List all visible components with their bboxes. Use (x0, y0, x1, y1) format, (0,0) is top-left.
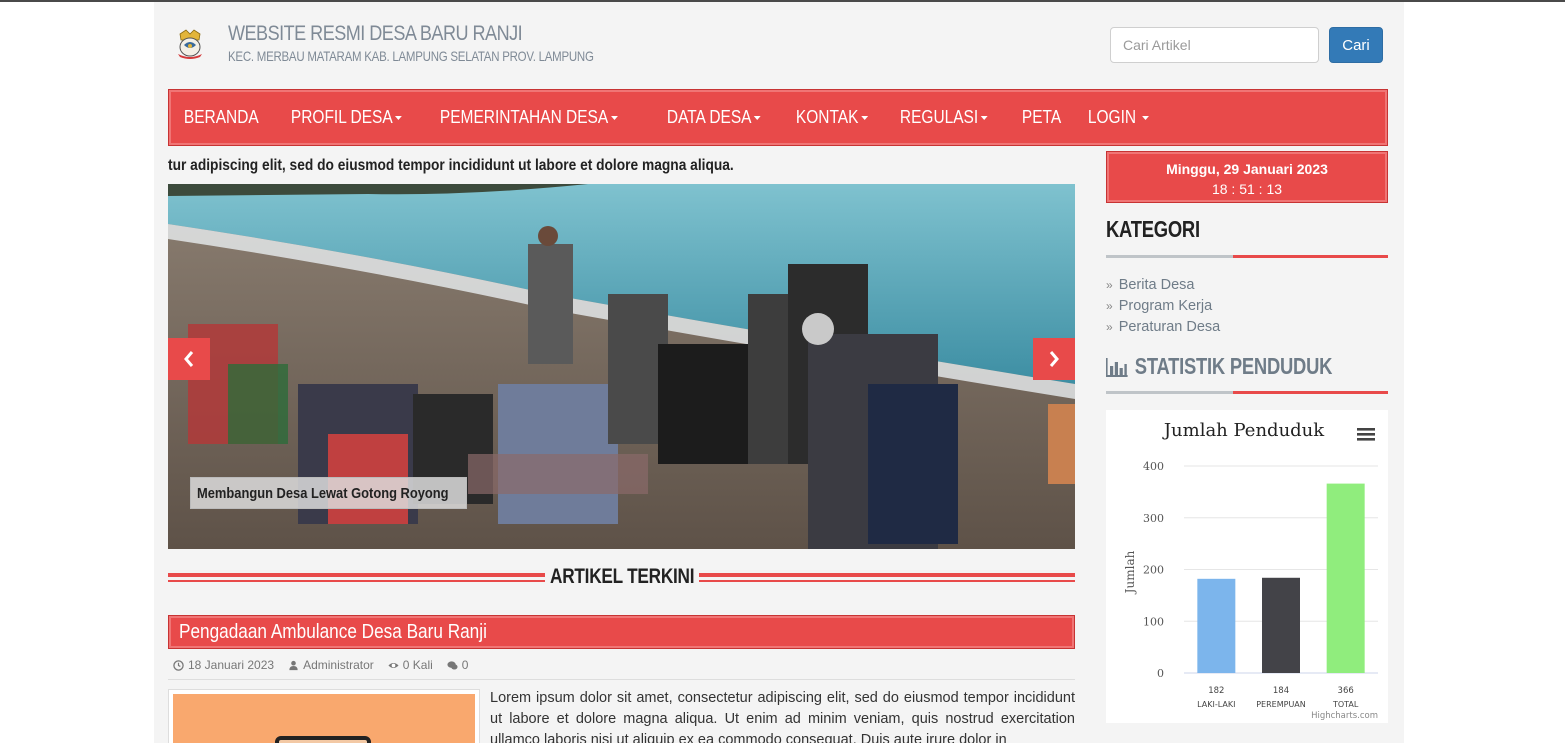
section-rule-right-2 (699, 580, 1075, 582)
article-thumbnail[interactable] (168, 689, 480, 743)
kategori-item[interactable]: » Program Kerja (1106, 295, 1220, 316)
nav-item-kontak[interactable]: KONTAK (783, 107, 881, 128)
chart-bar[interactable] (1326, 483, 1365, 673)
nav-item-data-desa[interactable]: DATA DESA (654, 107, 774, 128)
caret-down-icon (1141, 115, 1149, 120)
statistik-underline (1106, 391, 1388, 394)
hamburger-icon (1357, 428, 1375, 431)
nav-item-peta[interactable]: PETA (1009, 107, 1074, 128)
caret-down-icon (754, 115, 762, 120)
section-title: ARTIKEL TERKINI (550, 565, 695, 588)
nav-item-pemerintahan-desa[interactable]: PEMERINTAHAN DESA (427, 107, 631, 128)
chart-bar[interactable] (1262, 577, 1300, 673)
nav-label: DATA DESA (667, 107, 752, 127)
section-rule-left-2 (168, 580, 545, 582)
chart-x-tick-label: PEREMPUAN (1256, 700, 1306, 709)
nav-label: REGULASI (900, 107, 979, 127)
section-rule-left (168, 573, 545, 577)
article-author[interactable]: Administrator (303, 658, 374, 672)
chart-y-axis-label: Jumlah (1123, 550, 1137, 595)
kategori-heading-text: KATEGORI (1106, 216, 1200, 242)
kategori-item[interactable]: » Berita Desa (1106, 274, 1220, 295)
chart-y-tick-label: 0 (1157, 667, 1164, 680)
chart-y-tick-label: 300 (1143, 512, 1164, 525)
site-subtitle: KEC. MERBAU MATARAM KAB. LAMPUNG SELATAN… (228, 48, 594, 64)
page-container: WEBSITE RESMI DESA BARU RANJI KEC. MERBA… (154, 2, 1404, 743)
article-views: 0 Kali (402, 658, 433, 672)
chart-bar[interactable] (1197, 578, 1236, 673)
caret-down-icon (611, 115, 619, 120)
chevron-left-icon (184, 351, 194, 367)
chart-y-tick-label: 400 (1143, 460, 1164, 473)
main-navbar: BERANDA PROFIL DESA PEMERINTAHAN DESA DA… (168, 89, 1388, 146)
chart-data-label: 366 (1338, 686, 1354, 696)
slide-caption[interactable]: Membangun Desa Lewat Gotong Royong (190, 477, 467, 509)
kategori-underline (1106, 255, 1388, 258)
device-shape (275, 736, 371, 743)
double-chevron-right-icon: » (1106, 319, 1113, 334)
chart-menu-button[interactable] (1356, 426, 1376, 444)
nav-label: PETA (1022, 107, 1062, 127)
caret-down-icon (395, 115, 403, 120)
caret-down-icon (980, 115, 988, 120)
kategori-list: » Berita Desa » Program Kerja » Peraturan D… (1106, 274, 1220, 337)
chart-credits[interactable]: Highcharts.com (1311, 711, 1378, 721)
statistik-heading-text: STATISTIK PENDUDUK (1134, 353, 1333, 379)
slide-caption-text: Membangun Desa Lewat Gotong Royong (197, 484, 449, 502)
article-excerpt: Lorem ipsum dolor sit amet, consectetur … (490, 690, 1075, 743)
current-time: 18 : 51 : 13 (1211, 181, 1283, 197)
article-comments: 0 (461, 658, 469, 672)
date-time-widget: Minggu, 29 Januari 2023 18 : 51 : 13 (1106, 151, 1388, 203)
chart-data-label: 184 (1273, 686, 1289, 696)
bar-chart-icon (1106, 357, 1128, 377)
comments-icon (447, 660, 458, 669)
double-chevron-right-icon: » (1106, 298, 1113, 313)
article-meta: 18 Januari 2023 Administrator 0 Kali 0 (173, 658, 468, 672)
article-date: 18 Januari 2023 (188, 658, 275, 672)
chart-x-tick-label: TOTAL (1332, 700, 1359, 709)
chart-x-tick-label: LAKI-LAKI (1197, 700, 1235, 709)
nav-label: LOGIN (1087, 107, 1136, 127)
section-rule-right (699, 573, 1075, 577)
thumbnail-image (173, 694, 475, 743)
eye-icon (388, 662, 399, 668)
nav-item-profil-desa[interactable]: PROFIL DESA (278, 107, 415, 128)
chart-y-tick-label: 100 (1143, 615, 1164, 628)
nav-label: BERANDA (183, 107, 259, 127)
kategori-heading: KATEGORI (1106, 216, 1200, 243)
nav-label: PEMERINTAHAN DESA (440, 107, 609, 127)
nav-item-login[interactable]: LOGIN (1075, 107, 1162, 128)
kategori-label: Peraturan Desa (1118, 318, 1221, 335)
user-icon (289, 660, 298, 670)
nav-item-beranda[interactable]: BERANDA (171, 107, 272, 128)
nav-label: KONTAK (796, 107, 859, 127)
nav-item-regulasi[interactable]: REGULASI (887, 107, 1001, 128)
nav-label: PROFIL DESA (290, 107, 393, 127)
village-logo[interactable] (172, 28, 208, 60)
image-slider[interactable]: Membangun Desa Lewat Gotong Royong (168, 184, 1075, 549)
kategori-label: Berita Desa (1118, 276, 1195, 293)
population-chart: Jumlah Penduduk Jumlah 0 100 200 300 400 182… (1106, 410, 1388, 723)
caret-down-icon (861, 115, 869, 120)
news-ticker[interactable]: tur adipiscing elit, sed do eiusmod temp… (168, 157, 734, 175)
chart-title: Jumlah Penduduk (1162, 420, 1325, 441)
slider-prev-button[interactable] (168, 338, 210, 380)
double-chevron-right-icon: » (1106, 277, 1113, 292)
chart-data-label: 182 (1208, 686, 1224, 696)
site-title[interactable]: WEBSITE RESMI DESA BARU RANJI (228, 22, 523, 46)
search-input[interactable] (1110, 27, 1319, 63)
article-title-bar[interactable]: Pengadaan Ambulance Desa Baru Ranji (168, 615, 1075, 649)
search-button[interactable]: Cari (1329, 27, 1383, 63)
statistik-heading: STATISTIK PENDUDUK (1106, 353, 1332, 380)
chart-y-tick-label: 200 (1143, 564, 1164, 577)
kategori-item[interactable]: » Peraturan Desa (1106, 316, 1220, 337)
slider-next-button[interactable] (1033, 338, 1075, 380)
clock-icon (173, 659, 184, 671)
current-date: Minggu, 29 Januari 2023 (1166, 161, 1328, 177)
kategori-label: Program Kerja (1118, 297, 1213, 314)
meta-divider (168, 679, 1075, 680)
chevron-right-icon (1049, 351, 1059, 367)
article-title: Pengadaan Ambulance Desa Baru Ranji (179, 620, 487, 643)
